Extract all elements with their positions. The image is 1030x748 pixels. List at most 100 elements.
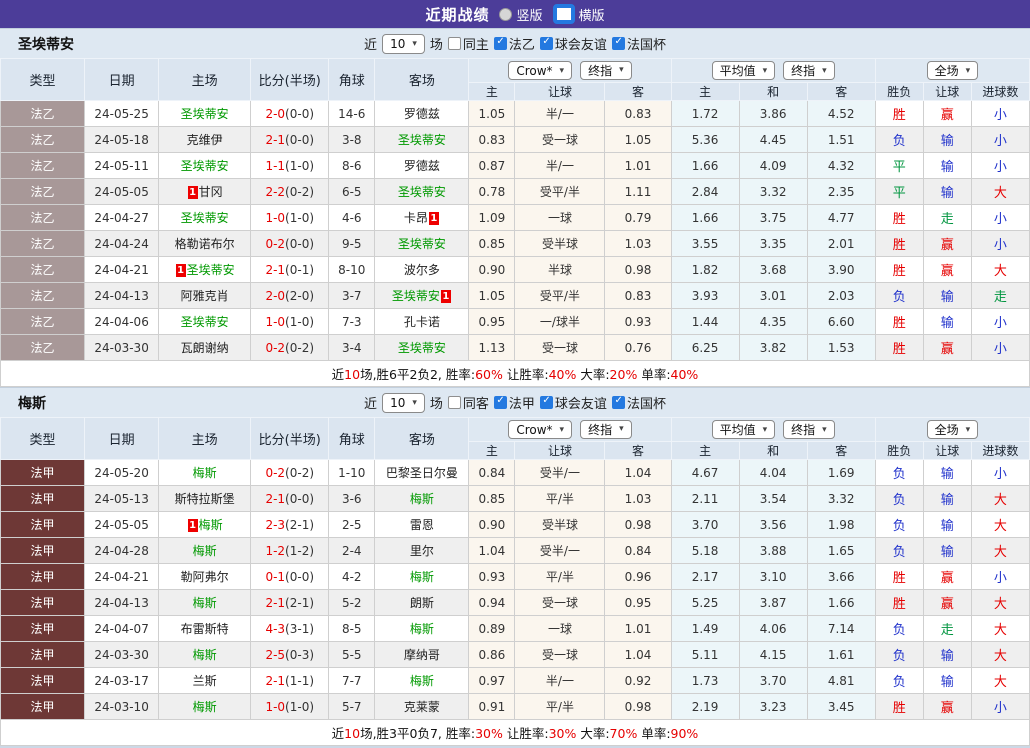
- checkbox-label: 球会友谊: [555, 34, 607, 53]
- radio-label: 横版: [579, 5, 605, 24]
- filter-checkbox-1[interactable]: 法甲: [494, 393, 535, 412]
- filter-bar: 近10▾场同主法乙球会友谊法国杯: [0, 34, 1030, 54]
- filter-checkbox-2[interactable]: 球会友谊: [540, 34, 607, 53]
- checkbox-unchecked-icon[interactable]: [448, 396, 461, 409]
- league-cell: 法甲: [1, 642, 85, 668]
- radio-icon[interactable]: [553, 4, 575, 24]
- away-odds-cell: 0.92: [605, 668, 671, 694]
- handicap-cell: 受一球: [515, 642, 605, 668]
- full-time-score: 2-1: [265, 674, 285, 688]
- filter-checkbox-3[interactable]: 法国杯: [612, 34, 666, 53]
- checkbox-checked-icon[interactable]: [494, 37, 507, 50]
- checkbox-checked-icon[interactable]: [612, 396, 625, 409]
- away-odds-cell: 0.98: [605, 694, 671, 720]
- scope-select[interactable]: 全场▾: [927, 420, 979, 439]
- average-select[interactable]: 平均值▾: [712, 61, 776, 80]
- handicap-cell: 受平/半: [515, 179, 605, 205]
- full-time-score: 4-3: [265, 622, 285, 636]
- summary-segment: 场,胜6平2负2, 胜率:: [360, 367, 475, 382]
- handicap-result-cell: 赢: [923, 564, 971, 590]
- away-odds-cell: 1.01: [605, 616, 671, 642]
- corner-cell: 8-10: [329, 257, 375, 283]
- average-stage-select[interactable]: 终指▾: [783, 61, 835, 80]
- half-time-score: (0-0): [285, 133, 314, 147]
- home-team-cell: 克维伊: [159, 127, 251, 153]
- team-name: 圣埃蒂安: [398, 133, 446, 147]
- match-row: 法乙24-04-27圣埃蒂安1-0(1-0)4-6卡昂11.09一球0.791.…: [1, 205, 1030, 231]
- date-cell: 24-05-13: [85, 486, 159, 512]
- team-name: 罗德兹: [404, 107, 440, 121]
- date-cell: 24-04-21: [85, 564, 159, 590]
- average-stage-select-value: 终指: [791, 421, 815, 438]
- home-odds-cell: 0.87: [469, 153, 515, 179]
- col-header: 角球: [329, 59, 375, 101]
- checkbox-checked-icon[interactable]: [494, 396, 507, 409]
- home-team-cell: 斯特拉斯堡: [159, 486, 251, 512]
- layout-radio-horizontal[interactable]: 横版: [553, 4, 605, 24]
- odds-stage-select[interactable]: 终指▾: [580, 420, 632, 439]
- home-team-cell: 兰斯: [159, 668, 251, 694]
- layout-radio-vertical[interactable]: 竖版: [499, 5, 542, 24]
- checkbox-checked-icon[interactable]: [540, 396, 553, 409]
- scope-select-value: 全场: [935, 62, 959, 79]
- avg-home-cell: 1.66: [671, 205, 739, 231]
- avg-away-cell: 1.98: [807, 512, 875, 538]
- chevron-down-icon: ▾: [822, 66, 827, 76]
- summary-segment: 60%: [475, 367, 503, 382]
- goals-result-cell: 小: [971, 101, 1029, 127]
- date-cell: 24-05-20: [85, 460, 159, 486]
- checkbox-checked-icon[interactable]: [612, 37, 625, 50]
- checkbox-checked-icon[interactable]: [540, 37, 553, 50]
- handicap-result-cell: 赢: [923, 694, 971, 720]
- chevron-down-icon: ▾: [619, 65, 624, 75]
- handicap-cell: 半球: [515, 257, 605, 283]
- away-odds-cell: 1.03: [605, 231, 671, 257]
- radio-icon[interactable]: [499, 8, 512, 21]
- bookmaker-select[interactable]: Crow*▾: [508, 420, 572, 439]
- match-row: 法乙24-05-25圣埃蒂安2-0(0-0)14-6罗德兹1.05半/一0.83…: [1, 101, 1030, 127]
- team-name-heading: 梅斯: [0, 393, 46, 413]
- avg-draw-cell: 4.04: [739, 460, 807, 486]
- sub-col-header: 主: [469, 83, 515, 101]
- red-card-badge: 1: [429, 212, 439, 225]
- odds-stage-select[interactable]: 终指▾: [580, 61, 632, 80]
- date-cell: 24-04-07: [85, 616, 159, 642]
- home-odds-cell: 0.89: [469, 616, 515, 642]
- bookmaker-select[interactable]: Crow*▾: [508, 61, 572, 80]
- score-cell: 2-3(2-1): [251, 512, 329, 538]
- handicap-cell: 半/一: [515, 153, 605, 179]
- team-section: 圣埃蒂安近10▾场同主法乙球会友谊法国杯类型日期主场比分(半场)角球客场Crow…: [0, 28, 1030, 387]
- filter-checkbox-2[interactable]: 球会友谊: [540, 393, 607, 412]
- match-row: 法甲24-03-10梅斯1-0(1-0)5-7克莱蒙0.91平/半0.982.1…: [1, 694, 1030, 720]
- scope-select[interactable]: 全场▾: [927, 61, 979, 80]
- goals-result-cell: 大: [971, 590, 1029, 616]
- summary-segment: 单率:: [637, 367, 670, 382]
- team-name: 圣埃蒂安: [181, 315, 229, 329]
- filter-checkbox-0[interactable]: 同客: [448, 393, 489, 412]
- team-name: 梅斯: [193, 648, 217, 662]
- average-odds-header: 平均值▾ 终指▾: [671, 418, 875, 442]
- filter-checkbox-0[interactable]: 同主: [448, 34, 489, 53]
- away-odds-cell: 1.03: [605, 486, 671, 512]
- home-team-cell: 圣埃蒂安: [159, 153, 251, 179]
- bookmaker-odds-header: Crow*▾ 终指▾: [469, 59, 671, 83]
- chevron-down-icon: ▾: [619, 424, 624, 434]
- half-time-score: (1-0): [285, 159, 314, 173]
- avg-draw-cell: 4.09: [739, 153, 807, 179]
- average-select[interactable]: 平均值▾: [712, 420, 776, 439]
- match-count-select[interactable]: 10▾: [382, 393, 425, 413]
- score-cell: 1-2(1-2): [251, 538, 329, 564]
- home-odds-cell: 0.90: [469, 257, 515, 283]
- filter-checkbox-3[interactable]: 法国杯: [612, 393, 666, 412]
- checkbox-unchecked-icon[interactable]: [448, 37, 461, 50]
- chevron-down-icon: ▾: [560, 425, 565, 435]
- match-count-select[interactable]: 10▾: [382, 34, 425, 54]
- score-cell: 1-1(1-0): [251, 153, 329, 179]
- avg-away-cell: 4.52: [807, 101, 875, 127]
- goals-result-cell: 大: [971, 642, 1029, 668]
- average-stage-select[interactable]: 终指▾: [783, 420, 835, 439]
- home-team-cell: 圣埃蒂安: [159, 101, 251, 127]
- sub-col-header: 主: [671, 83, 739, 101]
- section-header: 圣埃蒂安近10▾场同主法乙球会友谊法国杯: [0, 28, 1030, 58]
- filter-checkbox-1[interactable]: 法乙: [494, 34, 535, 53]
